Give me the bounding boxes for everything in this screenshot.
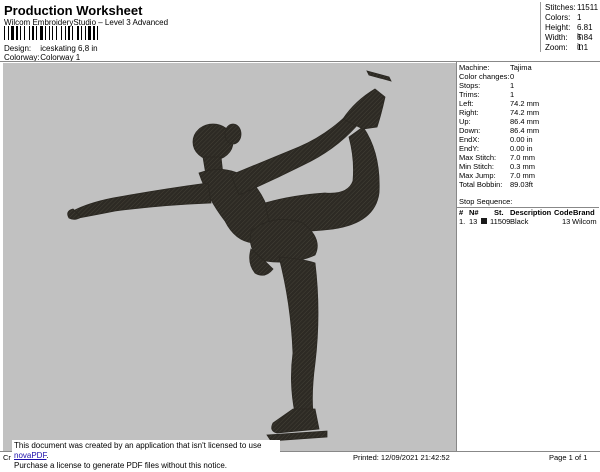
stat-row: Height: 6.81 in — [545, 23, 593, 41]
properties-panel: Machine: Tajima Color changes: 0 Stops: 1 T… — [456, 62, 599, 452]
design-value: iceskating 6,8 in — [40, 44, 98, 53]
stat-row: Colors: 1 — [545, 13, 582, 22]
page-number: Page 1 of 1 — [549, 453, 588, 462]
stat-row: Stitches: 11511 — [545, 3, 599, 12]
property-row: Total Bobbin: — [459, 180, 503, 189]
stop-sequence-title: Stop Sequence: — [459, 197, 513, 206]
design-preview — [3, 63, 456, 451]
stat-row: Zoom: 1:1 — [545, 43, 589, 52]
property-row: Up: — [459, 117, 471, 126]
color-swatch — [481, 218, 487, 224]
stat-row: Width: 5.84 in — [545, 33, 593, 51]
property-row: Max Stitch: — [459, 153, 497, 162]
property-row: Color changes: — [459, 72, 510, 81]
property-row: Stops: — [459, 81, 481, 90]
property-row: EndY: — [459, 144, 480, 153]
property-row: Min Stitch: — [459, 162, 495, 171]
property-row: Trims: — [459, 90, 480, 99]
ice-skater-figure — [67, 70, 392, 442]
property-row: Left: — [459, 99, 474, 108]
novapdf-link[interactable]: novaPDF — [14, 451, 46, 460]
property-row: Max Jump: — [459, 171, 496, 180]
property-row: Right: — [459, 108, 479, 117]
barcode — [4, 26, 98, 40]
page-title: Production Worksheet — [4, 3, 143, 18]
property-row: Down: — [459, 126, 481, 135]
printed-timestamp: Printed: 12/09/2021 21:42:52 — [353, 453, 450, 462]
design-row: Design: iceskating 6,8 in — [4, 44, 98, 53]
stats-panel: Stitches: 11511 Colors: 1 Height: 6.81 in W… — [540, 2, 599, 52]
property-row: EndX: — [459, 135, 480, 144]
footer-left-text: Cr — [3, 453, 11, 462]
license-notice: This document was created by an applicat… — [12, 440, 280, 472]
property-row: Machine: — [459, 63, 490, 72]
design-label: Design: — [4, 44, 32, 53]
